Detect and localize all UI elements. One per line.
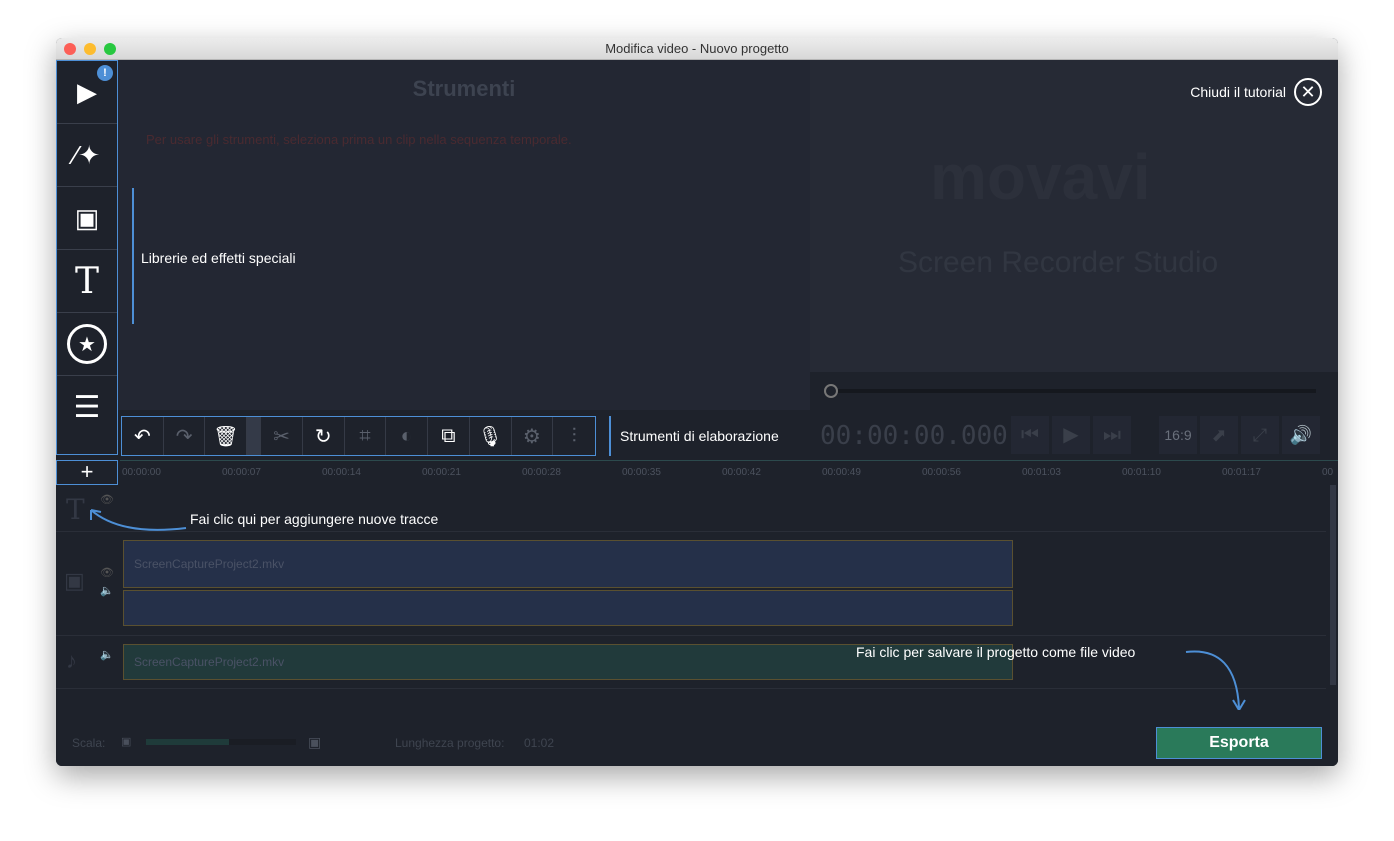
ruler-tick-label: 00:00:14 xyxy=(322,467,361,478)
project-length-value: 01:02 xyxy=(524,736,555,750)
tutorial-bracket xyxy=(132,188,134,324)
title-bar: Modifica video - Nuovo progetto xyxy=(56,38,1338,60)
sidebar-item-media[interactable]: ▶ ! xyxy=(57,61,117,124)
equalizer-button[interactable]: ⫶ xyxy=(553,417,595,455)
magic-wand-icon: ⁄✦ xyxy=(73,139,101,170)
ruler-tick-label: 00 xyxy=(1322,467,1334,478)
fullscreen-button[interactable]: ⤢ xyxy=(1241,416,1279,454)
settings-button[interactable]: ⚙ xyxy=(512,417,554,455)
toolbar-separator xyxy=(247,417,262,455)
next-frame-button[interactable]: ⏭ xyxy=(1093,416,1131,454)
ruler-tick-label: 00:00:49 xyxy=(822,467,861,478)
redo-button[interactable]: ↷ xyxy=(164,417,206,455)
aspect-ratio-button[interactable]: 16:9 xyxy=(1159,416,1197,454)
cut-button[interactable]: ✂ xyxy=(261,417,303,455)
sidebar-item-transitions[interactable]: ▣ xyxy=(57,187,117,250)
ruler-tick-label: 00:00:56 xyxy=(922,467,961,478)
crop-button[interactable]: ⌗ xyxy=(345,417,387,455)
notification-badge: ! xyxy=(97,65,113,81)
mute-icon[interactable]: 🔈 xyxy=(100,648,114,661)
ruler-tick-label: 00:00:21 xyxy=(422,467,461,478)
scale-label: Scala: xyxy=(72,736,106,750)
text-icon: T xyxy=(74,260,99,302)
tools-panel: Strumenti Per usare gli strumenti, selez… xyxy=(118,60,810,410)
window-title: Modifica video - Nuovo progetto xyxy=(605,41,789,56)
play-button[interactable]: ▶ xyxy=(1052,416,1090,454)
ruler-tick-label: 00:00:35 xyxy=(622,467,661,478)
rotate-button[interactable]: ↻ xyxy=(303,417,345,455)
export-button[interactable]: Esporta xyxy=(1156,727,1322,759)
add-track-button[interactable]: + xyxy=(56,460,118,485)
delete-button[interactable]: 🗑 xyxy=(205,417,248,455)
timeline-ruler[interactable]: 00:00:00 00:00:07 00:00:14 00:00:21 00:00:28… xyxy=(120,460,1338,485)
scale-slider-fill xyxy=(146,739,229,745)
ruler-tick-label: 00:00:07 xyxy=(222,467,261,478)
video-track: ▣ 👁 🔈 ScreenCaptureProject2.mkv xyxy=(56,532,1326,636)
edit-toolbar: ↶ ↷ 🗑 ✂ ↻ ⌗ ◐ ⧉ 🎙 ⚙ ⫶ xyxy=(121,416,596,456)
sidebar-item-titles[interactable]: T xyxy=(57,250,117,313)
external-preview-button[interactable]: ⬈ xyxy=(1200,416,1238,454)
preview-panel: Chiudi il tutorial ✕ movavi Screen Recor… xyxy=(810,60,1338,410)
video-clip[interactable]: ScreenCaptureProject2.mkv xyxy=(123,540,1013,588)
volume-button[interactable]: 🔊 xyxy=(1282,416,1320,454)
audio-track: ♪ 🔈 ScreenCaptureProject2.mkv xyxy=(56,636,1326,689)
timeline-vertical-scrollbar[interactable] xyxy=(1330,485,1336,685)
ruler-tick-label: 00:01:03 xyxy=(1022,467,1061,478)
seek-handle[interactable] xyxy=(824,384,838,398)
mute-icon[interactable]: 🔈 xyxy=(100,584,114,597)
sidebar: ▶ ! ⁄✦ ▣ T ★ ☰ xyxy=(56,60,118,455)
color-adjust-button[interactable]: ◐ xyxy=(386,417,429,455)
zoom-out-icon[interactable]: ▣ xyxy=(121,735,131,748)
video-track-icon: ▣ xyxy=(64,568,85,593)
timecode: 00:00:00.000 xyxy=(820,421,1008,451)
libraries-note: Librerie ed effetti speciali xyxy=(141,250,296,266)
scale-slider[interactable] xyxy=(146,739,296,745)
previous-frame-button[interactable]: ⏮ xyxy=(1011,416,1049,454)
save-video-note: Fai clic per salvare il progetto come fi… xyxy=(856,644,1136,660)
app-window: Modifica video - Nuovo progetto ▶ ! ⁄✦ ▣… xyxy=(56,38,1338,766)
bottom-bar: Scala: ▣ ▣ Lunghezza progetto: 01:02 xyxy=(56,710,1338,766)
product-name: Screen Recorder Studio xyxy=(898,246,1219,279)
project-length-label: Lunghezza progetto: xyxy=(395,736,505,750)
close-window-button[interactable] xyxy=(64,43,76,55)
ruler-tick-label: 00:01:17 xyxy=(1222,467,1261,478)
tools-title: Strumenti xyxy=(412,76,516,101)
transition-wizard-button[interactable]: ⧉ xyxy=(428,417,470,455)
close-tutorial-button[interactable]: ✕ xyxy=(1294,78,1322,106)
ruler-tick-label: 00:00:00 xyxy=(122,467,161,478)
video-clip-audio[interactable] xyxy=(123,590,1013,626)
visibility-icon[interactable]: 👁 xyxy=(100,566,114,579)
tutorial-arrow xyxy=(1185,650,1246,712)
undo-button[interactable]: ↶ xyxy=(122,417,164,455)
close-tutorial-label: Chiudi il tutorial xyxy=(1190,84,1286,100)
transition-film-icon: ▣ xyxy=(74,202,100,233)
star-sticker-icon: ★ xyxy=(67,324,107,364)
music-note-icon: ♪ xyxy=(66,648,77,673)
ruler-tick-label: 00:00:28 xyxy=(522,467,561,478)
zoom-in-icon[interactable]: ▣ xyxy=(308,734,321,751)
record-audio-button[interactable]: 🎙 xyxy=(470,417,512,455)
tutorial-arrow xyxy=(90,509,187,531)
ruler-tick-label: 00:00:42 xyxy=(722,467,761,478)
preview-seek-bar[interactable] xyxy=(810,372,1338,410)
sidebar-item-stickers[interactable]: ★ xyxy=(57,313,117,376)
sidebar-item-filters[interactable]: ⁄✦ xyxy=(57,124,117,187)
sidebar-item-menu[interactable]: ☰ xyxy=(57,376,117,439)
film-play-icon: ▶ xyxy=(77,76,97,107)
tutorial-bracket xyxy=(609,416,611,456)
add-tracks-note: Fai clic qui per aggiungere nuove tracce xyxy=(190,511,439,527)
tools-hint: Per usare gli strumenti, seleziona prima… xyxy=(146,132,572,147)
editing-tools-note: Strumenti di elaborazione xyxy=(620,428,779,444)
list-icon: ☰ xyxy=(73,391,101,424)
ruler-tick-label: 00:01:10 xyxy=(1122,467,1161,478)
movavi-logo: movavi xyxy=(930,141,1151,213)
zoom-window-button[interactable] xyxy=(104,43,116,55)
minimize-window-button[interactable] xyxy=(84,43,96,55)
